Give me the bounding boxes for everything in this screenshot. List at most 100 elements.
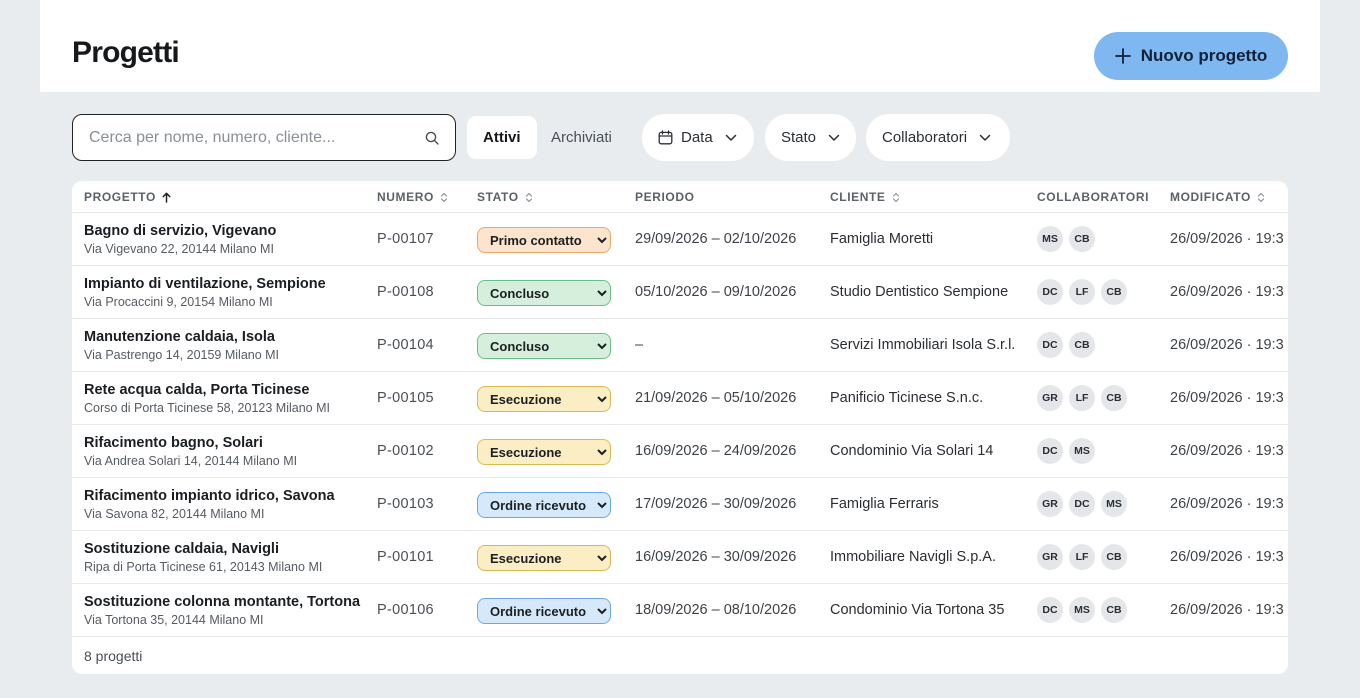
- project-number: P-00104: [377, 337, 434, 353]
- avatar: CB: [1101, 279, 1127, 305]
- project-name[interactable]: Impianto di ventilazione, Sempione: [84, 276, 326, 292]
- status-select[interactable]: Primo contattoOrdine ricevutoEsecuzioneC…: [477, 545, 611, 571]
- new-project-button[interactable]: Nuovo progetto: [1094, 32, 1288, 80]
- project-name[interactable]: Sostituzione colonna montante, Tortona: [84, 594, 360, 610]
- project-modified: 26/09/2026 · 19:3: [1170, 284, 1284, 300]
- avatar: MS: [1101, 491, 1127, 517]
- project-number: P-00101: [377, 549, 434, 565]
- collaborator-avatars: GR LF CB: [1037, 544, 1127, 570]
- status-select[interactable]: Primo contattoOrdine ricevutoEsecuzioneC…: [477, 492, 611, 518]
- table-row[interactable]: Sostituzione colonna montante, Tortona Vi…: [72, 584, 1288, 637]
- col-header-status[interactable]: STATO: [477, 190, 533, 204]
- project-address: Via Vigevano 22, 20144 Milano MI: [84, 242, 274, 256]
- project-name[interactable]: Sostituzione caldaia, Navigli: [84, 541, 279, 557]
- status-filter-label: Stato: [781, 129, 817, 146]
- page-header: Progetti Nuovo progetto: [40, 0, 1320, 92]
- project-number: P-00102: [377, 443, 434, 459]
- project-address: Via Pastrengo 14, 20159 Milano MI: [84, 348, 280, 362]
- col-header-project[interactable]: PROGETTO: [84, 190, 171, 204]
- status-select[interactable]: Primo contattoOrdine ricevutoEsecuzioneC…: [477, 333, 611, 359]
- avatar: CB: [1069, 226, 1095, 252]
- project-address: Via Andrea Solari 14, 20144 Milano MI: [84, 454, 298, 468]
- search-icon[interactable]: [425, 131, 439, 145]
- table-row[interactable]: Rifacimento bagno, Solari Via Andrea Sola…: [72, 425, 1288, 478]
- table-row[interactable]: Sostituzione caldaia, Navigli Ripa di Por…: [72, 531, 1288, 584]
- project-period: 21/09/2026 – 05/10/2026: [635, 390, 797, 406]
- avatar: CB: [1069, 332, 1095, 358]
- collaborators-filter[interactable]: Collaboratori: [866, 114, 1010, 161]
- chevron-down-icon: [828, 134, 840, 141]
- project-client: Famiglia Ferraris: [830, 496, 939, 512]
- status-select[interactable]: Primo contattoOrdine ricevutoEsecuzioneC…: [477, 439, 611, 465]
- status-select[interactable]: Primo contattoOrdine ricevutoEsecuzioneC…: [477, 598, 611, 624]
- table-row[interactable]: Manutenzione caldaia, Isola Via Pastrengo…: [72, 319, 1288, 372]
- status-filter[interactable]: Stato: [765, 114, 856, 161]
- col-header-modified-label: MODIFICATO: [1170, 190, 1251, 204]
- col-header-client[interactable]: CLIENTE: [830, 190, 900, 204]
- table-row[interactable]: Rete acqua calda, Porta Ticinese Corso di…: [72, 372, 1288, 425]
- table-row[interactable]: Rifacimento impianto idrico, Savona Via S…: [72, 478, 1288, 531]
- table-row[interactable]: Bagno di servizio, Vigevano Via Vigevano …: [72, 213, 1288, 266]
- status-select[interactable]: Primo contattoOrdine ricevutoEsecuzioneC…: [477, 386, 611, 412]
- tab-active[interactable]: Attivi: [467, 116, 537, 159]
- avatar: DC: [1037, 597, 1063, 623]
- col-header-project-label: PROGETTO: [84, 190, 156, 204]
- project-modified: 26/09/2026 · 19:3: [1170, 337, 1284, 353]
- project-period: 16/09/2026 – 30/09/2026: [635, 549, 797, 565]
- plus-icon: [1114, 48, 1131, 64]
- projects-table: PROGETTO NUMERO STATO PERIODO CLIENTE CO…: [72, 181, 1288, 674]
- collaborator-avatars: GR LF CB: [1037, 385, 1127, 411]
- project-address: Corso di Porta Ticinese 58, 20123 Milano…: [84, 401, 330, 415]
- project-client: Condominio Via Solari 14: [830, 443, 994, 459]
- project-name[interactable]: Rete acqua calda, Porta Ticinese: [84, 382, 309, 398]
- sort-icon: [892, 192, 899, 202]
- date-filter[interactable]: Data: [642, 114, 754, 161]
- avatar: DC: [1037, 332, 1063, 358]
- project-address: Ripa di Porta Ticinese 61, 20143 Milano …: [84, 560, 323, 574]
- collaborator-avatars: MS CB: [1037, 226, 1095, 252]
- project-name[interactable]: Bagno di servizio, Vigevano: [84, 223, 276, 239]
- project-modified: 26/09/2026 · 19:3: [1170, 390, 1284, 406]
- table-header: PROGETTO NUMERO STATO PERIODO CLIENTE CO…: [72, 181, 1288, 213]
- avatar: GR: [1037, 491, 1063, 517]
- avatar: LF: [1069, 544, 1095, 570]
- page-title: Progetti: [72, 36, 180, 69]
- col-header-modified[interactable]: MODIFICATO: [1170, 190, 1265, 204]
- project-client: Servizi Immobiliari Isola S.r.l.: [830, 337, 1016, 353]
- col-header-number[interactable]: NUMERO: [377, 190, 448, 204]
- col-header-period: PERIODO: [635, 190, 695, 204]
- calendar-icon: [658, 130, 673, 145]
- status-select[interactable]: Primo contattoOrdine ricevutoEsecuzioneC…: [477, 227, 611, 253]
- search-box: [72, 114, 456, 161]
- avatar: GR: [1037, 544, 1063, 570]
- sort-ascending-icon: [162, 192, 171, 203]
- project-address: Via Procaccini 9, 20154 Milano MI: [84, 295, 273, 309]
- new-project-label: Nuovo progetto: [1140, 46, 1268, 65]
- collaborator-avatars: DC CB: [1037, 332, 1095, 358]
- col-header-number-label: NUMERO: [377, 190, 434, 204]
- tab-archived[interactable]: Archiviati: [535, 116, 628, 159]
- sort-icon: [1257, 192, 1264, 202]
- table-row[interactable]: Impianto di ventilazione, Sempione Via Pr…: [72, 266, 1288, 319]
- status-select[interactable]: Primo contattoOrdine ricevutoEsecuzioneC…: [477, 280, 611, 306]
- avatar: MS: [1069, 438, 1095, 464]
- project-modified: 26/09/2026 · 19:3: [1170, 602, 1284, 618]
- collaborator-avatars: DC MS: [1037, 438, 1095, 464]
- col-header-collaborators: COLLABORATORI: [1037, 190, 1149, 204]
- avatar: MS: [1037, 226, 1063, 252]
- col-header-collaborators-label: COLLABORATORI: [1037, 190, 1150, 204]
- project-name[interactable]: Rifacimento bagno, Solari: [84, 435, 263, 451]
- project-name[interactable]: Manutenzione caldaia, Isola: [84, 329, 275, 345]
- col-header-status-label: STATO: [477, 190, 519, 204]
- sort-icon: [525, 192, 532, 202]
- search-input[interactable]: [89, 115, 409, 160]
- project-modified: 26/09/2026 · 19:3: [1170, 443, 1284, 459]
- project-number: P-00103: [377, 496, 434, 512]
- avatar: DC: [1037, 279, 1063, 305]
- col-header-period-label: PERIODO: [635, 190, 695, 204]
- project-period: 29/09/2026 – 02/10/2026: [635, 231, 797, 247]
- project-name[interactable]: Rifacimento impianto idrico, Savona: [84, 488, 335, 504]
- date-filter-label: Data: [681, 129, 713, 146]
- avatar: CB: [1101, 597, 1127, 623]
- project-number: P-00107: [377, 231, 434, 247]
